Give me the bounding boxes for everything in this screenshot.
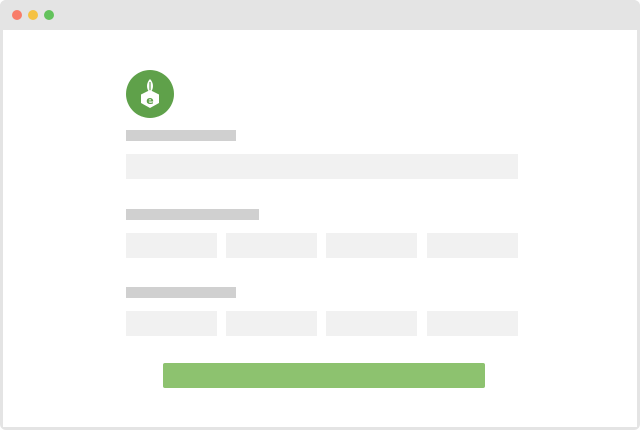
window-titlebar: [0, 0, 640, 30]
input-placeholder-3-4[interactable]: [427, 311, 518, 336]
field-label-placeholder-2: [126, 209, 259, 220]
input-placeholder-3-1[interactable]: [126, 311, 217, 336]
logo-glyph: e: [146, 94, 153, 107]
field-label-placeholder-1: [126, 130, 236, 141]
close-window-button[interactable]: [12, 10, 22, 20]
input-placeholder-3-2[interactable]: [226, 311, 317, 336]
input-placeholder-2-4[interactable]: [427, 233, 518, 258]
submit-button[interactable]: [163, 363, 485, 388]
minimize-window-button[interactable]: [28, 10, 38, 20]
text-input-placeholder-1[interactable]: [126, 154, 518, 179]
input-placeholder-2-2[interactable]: [226, 233, 317, 258]
input-placeholder-2-3[interactable]: [326, 233, 417, 258]
maximize-window-button[interactable]: [44, 10, 54, 20]
logo-mark: e: [141, 79, 159, 108]
input-placeholder-2-1[interactable]: [126, 233, 217, 258]
browser-window: e: [0, 0, 640, 430]
field-label-placeholder-3: [126, 287, 236, 298]
leaf-e-badge-icon: e: [126, 70, 174, 118]
input-placeholder-3-3[interactable]: [326, 311, 417, 336]
page-content: e: [3, 30, 637, 427]
